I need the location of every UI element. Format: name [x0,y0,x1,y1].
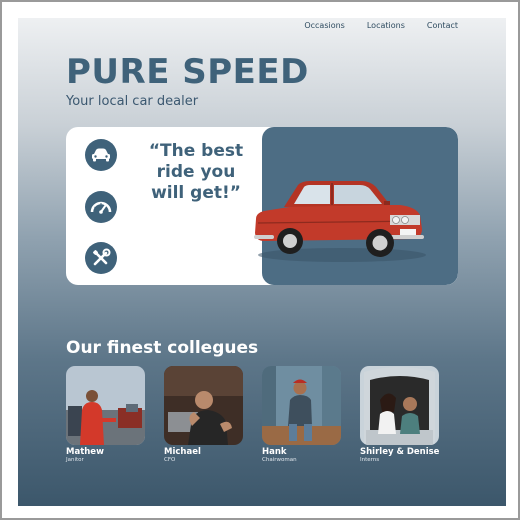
colleague-name: Mathew [66,447,104,457]
quote-line: “The best [148,141,244,161]
feature-quote: “The best ride you will get!” [142,141,250,204]
colleague-name: Shirley & Denise [360,447,440,457]
quote-line: will get!” [151,183,241,203]
colleague-name: Michael [164,447,201,457]
page-subtitle: Your local car dealer [66,94,199,109]
speedometer-icon [85,191,117,223]
colleague-card[interactable]: Shirley & Denise Interns [360,366,439,463]
colleague-photo [66,366,145,445]
colleague-name: Hank [262,447,287,457]
page-title: PURE SPEED [66,52,309,92]
quote-line: ride you [156,162,236,182]
colleague-role: Janitor [66,457,84,463]
colleague-photo [360,366,439,445]
car-image [254,181,426,262]
colleague-card[interactable]: Mathew Janitor [66,366,145,463]
colleague-card[interactable]: Michael CFO [164,366,243,463]
feature-card: “The best ride you will get!” [66,127,458,285]
colleague-role: Interns [360,457,380,463]
colleague-photo [262,366,341,445]
colleague-photo [164,366,243,445]
screenshot-frame: Occasions Locations Contact PURE SPEED Y… [0,0,520,520]
top-nav: Occasions Locations Contact [304,21,458,30]
colleague-card[interactable]: Hank Chairwoman [262,366,341,463]
nav-locations[interactable]: Locations [367,21,405,30]
colleague-role: Chairwoman [262,457,297,463]
colleague-role: CFO [164,457,176,463]
page: Occasions Locations Contact PURE SPEED Y… [18,18,506,506]
car-icon [85,139,117,171]
colleagues-heading: Our finest collegues [66,338,259,358]
tools-icon [85,242,117,274]
nav-occasions[interactable]: Occasions [304,21,345,30]
colleagues-list: Mathew Janitor Michael CFO Hank Chairwom… [66,366,439,463]
nav-contact[interactable]: Contact [427,21,458,30]
